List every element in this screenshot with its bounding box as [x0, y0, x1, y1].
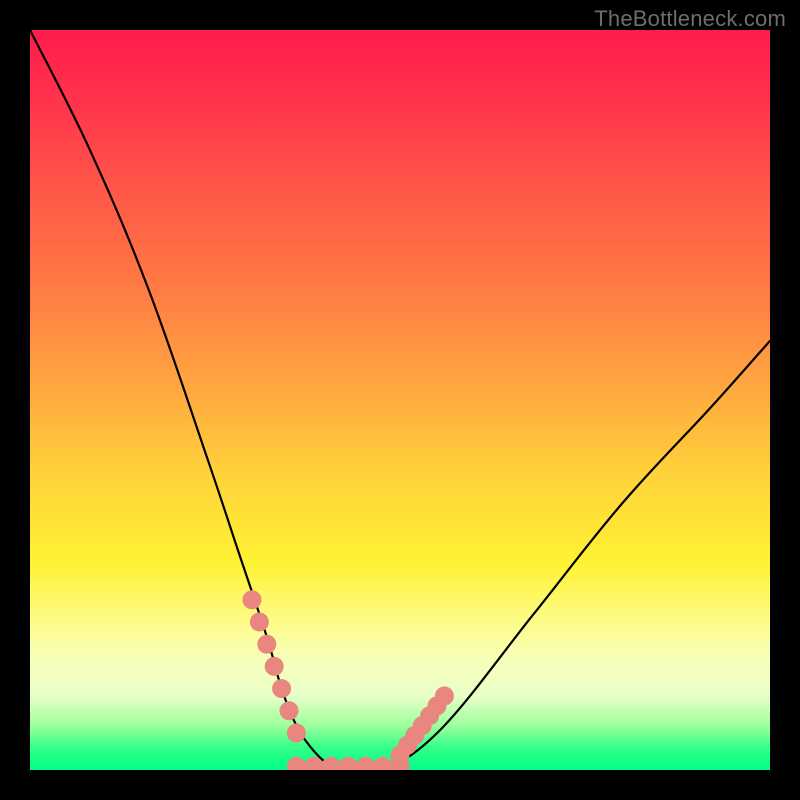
sweet-zone-dot	[356, 757, 375, 770]
sweet-zone-dot	[280, 701, 299, 720]
sweet-zone-dot	[287, 724, 306, 743]
sweet-zone-dot	[265, 657, 284, 676]
sweet-zone-dot	[287, 757, 306, 770]
sweet-zone-dot	[373, 757, 392, 770]
sweet-zone-dot	[272, 679, 291, 698]
bottleneck-curve	[30, 30, 770, 770]
sweet-zone-dot	[257, 635, 276, 654]
sweet-zone-dot	[435, 687, 454, 706]
sweet-zone-dot	[250, 613, 269, 632]
sweet-zone-dot	[339, 757, 358, 770]
curve-layer	[30, 30, 770, 770]
watermark-text: TheBottleneck.com	[594, 6, 786, 32]
sweet-zone-markers	[243, 590, 454, 770]
sweet-zone-dot	[243, 590, 262, 609]
chart-frame: TheBottleneck.com	[0, 0, 800, 800]
sweet-zone-dot	[321, 757, 340, 770]
plot-area	[30, 30, 770, 770]
